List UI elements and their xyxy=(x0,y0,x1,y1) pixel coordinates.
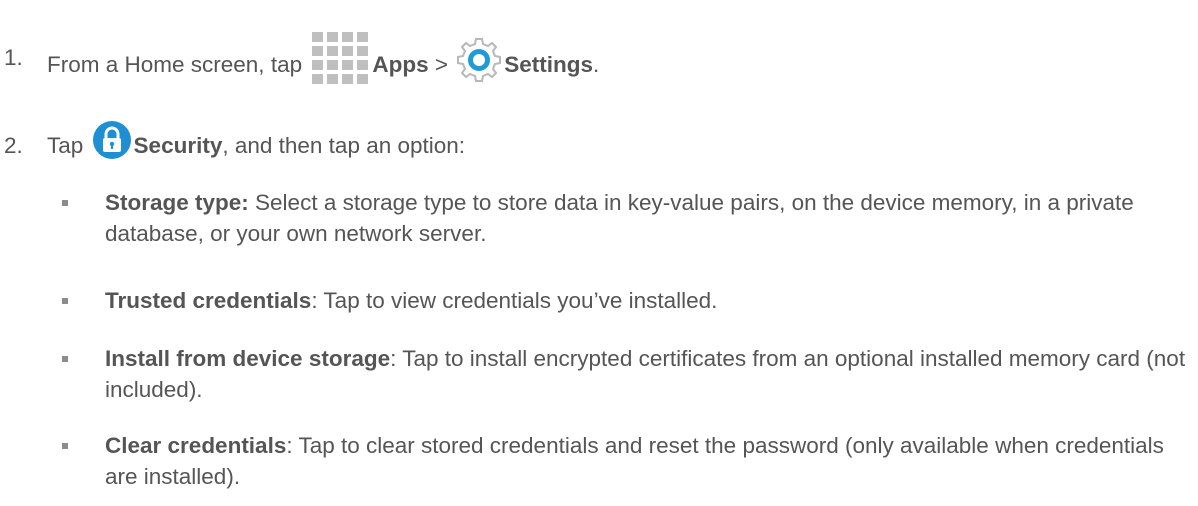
settings-gear-icon xyxy=(457,38,502,82)
option-install-from-device-storage: Install from device storage: Tap to inst… xyxy=(105,343,1190,405)
bullet-icon xyxy=(62,356,68,362)
option-title: Trusted credentials xyxy=(105,288,312,313)
step-2-text: Tap Security, and then tap an option: xyxy=(47,121,466,160)
option-text: : Tap to view credentials you’ve install… xyxy=(311,288,718,313)
option-title: Storage type: xyxy=(105,190,249,215)
step-number: 1. xyxy=(4,45,23,70)
step-lead: From a Home screen, tap xyxy=(47,51,303,77)
option-title: Install from device storage xyxy=(105,346,391,371)
option-storage-type: Storage type: Select a storage type to s… xyxy=(105,187,1190,249)
apps-label: Apps xyxy=(372,51,429,77)
option-title: Clear credentials xyxy=(105,433,287,458)
step-number: 2. xyxy=(4,133,23,158)
security-lock-icon xyxy=(92,121,131,160)
option-trusted-credentials: Trusted credentials: Tap to view credent… xyxy=(105,285,1190,316)
apps-grid-icon xyxy=(312,32,369,84)
step-rest: , and then tap an option: xyxy=(222,133,466,158)
step-1-text: From a Home screen, tap Apps > Settings. xyxy=(47,32,600,88)
path-separator: > xyxy=(434,51,449,77)
bullet-icon xyxy=(62,443,68,449)
step-end: . xyxy=(593,51,600,77)
settings-label: Settings xyxy=(504,51,594,77)
bullet-icon xyxy=(62,200,68,206)
option-text: Select a storage type to store data in k… xyxy=(105,190,1134,246)
option-clear-credentials: Clear credentials: Tap to clear stored c… xyxy=(105,430,1190,492)
step-lead: Tap xyxy=(47,133,84,158)
bullet-icon xyxy=(62,298,68,304)
security-label: Security xyxy=(133,133,223,158)
